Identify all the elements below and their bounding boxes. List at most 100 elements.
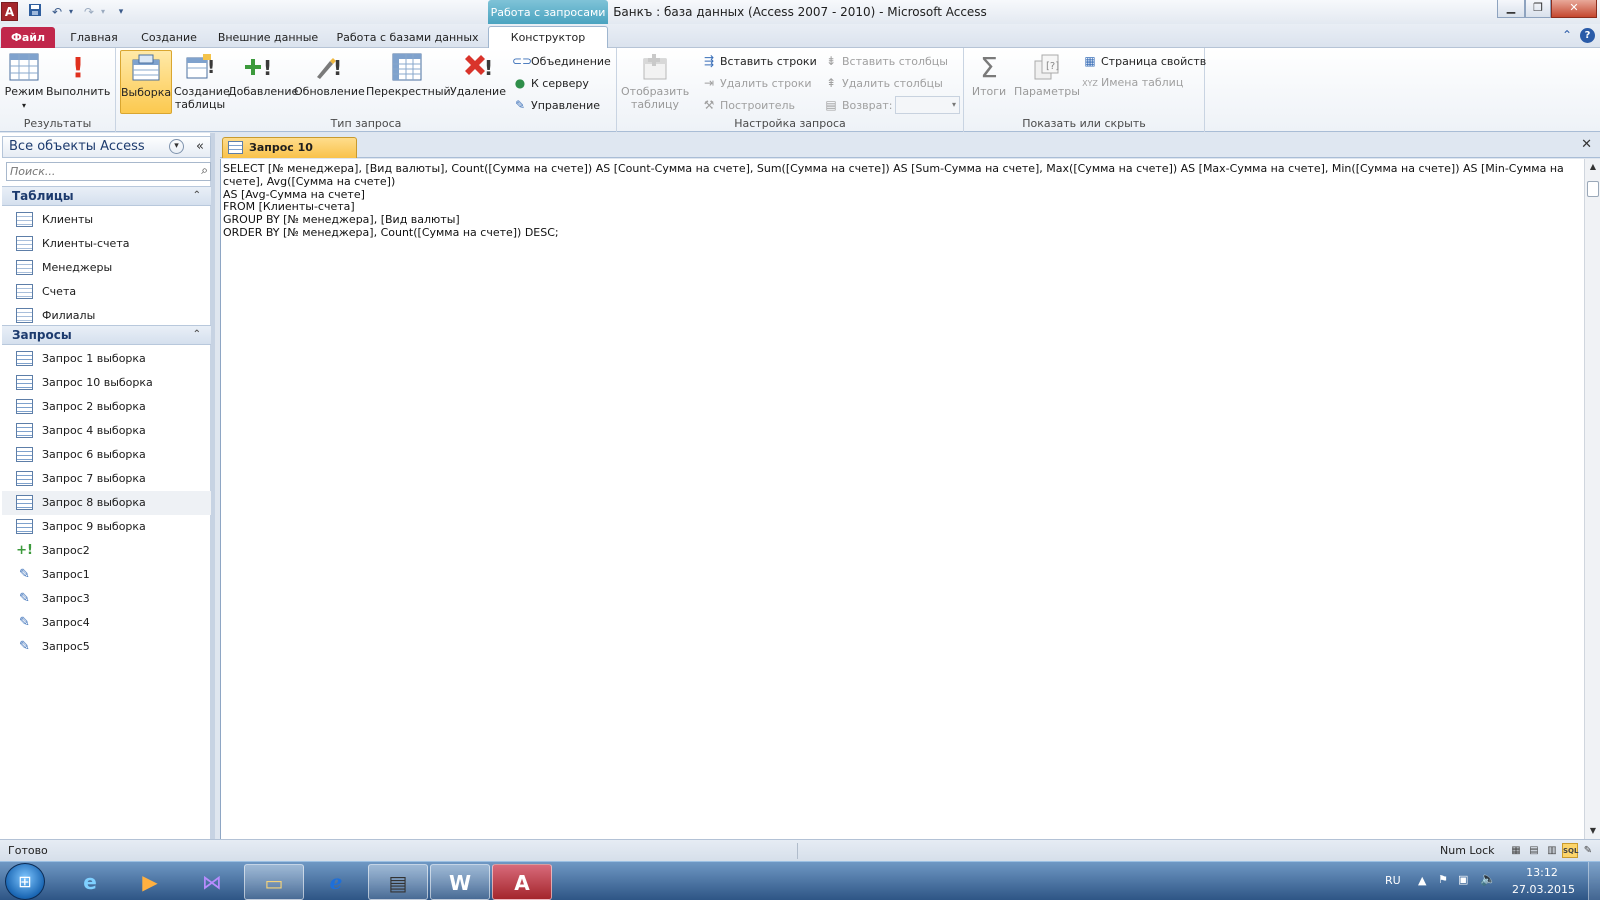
nav-item-query[interactable]: Запрос 4 выборка bbox=[2, 419, 211, 443]
nav-item-label: Запрос2 bbox=[42, 544, 90, 557]
nav-item-query[interactable]: Запрос 7 выборка bbox=[2, 467, 211, 491]
nav-item-table[interactable]: Клиенты bbox=[2, 208, 211, 232]
vertical-scrollbar[interactable]: ▲ ▼ bbox=[1584, 159, 1600, 839]
make-table-button[interactable]: ! Создание таблицы bbox=[174, 50, 230, 114]
minimize-icon[interactable]: ▁ bbox=[1497, 0, 1525, 18]
nav-item-query[interactable]: ✎ Запрос3 bbox=[2, 587, 211, 611]
clock-time[interactable]: 13:12 bbox=[1512, 866, 1572, 879]
redo-icon[interactable]: ↷ bbox=[80, 3, 98, 21]
action-center-flag-icon[interactable]: ⚑ bbox=[1438, 873, 1448, 886]
delete-query-button[interactable]: ! Удаление bbox=[450, 50, 506, 114]
delete-columns-button[interactable]: ⇞ Удалить столбцы bbox=[823, 73, 943, 93]
nav-item-table[interactable]: Клиенты-счета bbox=[2, 232, 211, 256]
table-names-button[interactable]: XYZ Имена таблиц bbox=[1082, 73, 1183, 93]
restore-icon[interactable]: ❐ bbox=[1525, 0, 1551, 18]
ie-document-icon[interactable]: ℯ bbox=[306, 864, 366, 900]
pivot-table-view-icon[interactable]: ▤ bbox=[1526, 843, 1542, 858]
help-icon[interactable]: ? bbox=[1580, 28, 1595, 43]
design-view-icon[interactable]: ✎ bbox=[1580, 843, 1596, 858]
view-mode-button[interactable]: Режим ▾ bbox=[2, 50, 46, 114]
select-query-icon bbox=[228, 141, 243, 154]
tab-file[interactable]: Файл bbox=[1, 27, 55, 48]
crosstab-query-button[interactable]: Перекрестный bbox=[366, 50, 451, 114]
pass-through-button[interactable]: ● К серверу bbox=[512, 73, 589, 93]
nav-header[interactable]: Все объекты Access ▾ « bbox=[2, 136, 211, 158]
close-document-icon[interactable]: ✕ bbox=[1581, 137, 1592, 152]
network-icon[interactable]: ▣ bbox=[1458, 873, 1468, 886]
nav-search-input[interactable] bbox=[7, 163, 187, 180]
append-query-button[interactable]: ! Добавление bbox=[228, 50, 298, 114]
tab-database-tools[interactable]: Работа с базами данных bbox=[335, 27, 480, 48]
chevron-down-icon[interactable]: ▾ bbox=[169, 139, 184, 154]
sql-view-button[interactable]: SQL bbox=[1562, 843, 1578, 858]
minimize-ribbon-icon[interactable]: ⌃ bbox=[1562, 28, 1572, 42]
start-button[interactable]: ⊞ bbox=[5, 863, 45, 900]
internet-explorer-icon[interactable]: e bbox=[60, 864, 120, 900]
close-icon[interactable]: ✕ bbox=[1551, 0, 1597, 18]
clock-date[interactable]: 27.03.2015 bbox=[1512, 883, 1575, 896]
nav-group-tables[interactable]: Таблицы ⌃ bbox=[2, 186, 211, 206]
datasheet-view-icon[interactable]: ▦ bbox=[1508, 843, 1524, 858]
builder-button[interactable]: ⚒ Построитель bbox=[701, 95, 795, 115]
nav-item-query[interactable]: ✎ Запрос4 bbox=[2, 611, 211, 635]
insert-rows-icon: ⇶ bbox=[703, 54, 715, 68]
nav-item-query[interactable]: +! Запрос2 bbox=[2, 539, 211, 563]
property-sheet-button[interactable]: ▦ Страница свойств bbox=[1082, 51, 1206, 71]
undo-dropdown-icon[interactable]: ▾ bbox=[66, 3, 76, 21]
visual-studio-icon[interactable]: ⋈ bbox=[182, 864, 242, 900]
document-tab[interactable]: Запрос 10 выборка bbox=[222, 137, 357, 173]
nav-item-query[interactable]: Запрос 2 выборка bbox=[2, 395, 211, 419]
sql-editor[interactable]: SELECT [№ менеджера], [Вид валюты], Coun… bbox=[220, 159, 1584, 839]
nav-item-query[interactable]: Запрос 6 выборка bbox=[2, 443, 211, 467]
tab-create[interactable]: Создание bbox=[135, 27, 203, 48]
nav-item-query[interactable]: Запрос 9 выборка bbox=[2, 515, 211, 539]
delete-rows-button[interactable]: ⇥ Удалить строки bbox=[701, 73, 812, 93]
union-query-button[interactable]: ⊂⊃Объединение bbox=[512, 51, 611, 71]
tab-home[interactable]: Главная bbox=[64, 27, 124, 48]
customize-qat-icon[interactable]: ▾ bbox=[114, 3, 128, 21]
update-query-button[interactable]: ! Обновление bbox=[294, 50, 365, 114]
redo-dropdown-icon[interactable]: ▾ bbox=[98, 3, 108, 21]
word-icon[interactable]: W bbox=[430, 864, 490, 900]
pivot-chart-view-icon[interactable]: ▥ bbox=[1544, 843, 1560, 858]
language-indicator[interactable]: RU bbox=[1385, 874, 1401, 887]
nav-item-query[interactable]: ✎ Запрос5 bbox=[2, 635, 211, 659]
scroll-up-icon[interactable]: ▲ bbox=[1585, 159, 1600, 175]
notepad-icon[interactable]: ▤ bbox=[368, 864, 428, 900]
access-app-icon[interactable]: A bbox=[1, 2, 18, 21]
tab-design[interactable]: Конструктор bbox=[488, 26, 608, 49]
totals-button[interactable]: Σ Итоги bbox=[966, 50, 1012, 114]
show-desktop-button[interactable] bbox=[1588, 862, 1600, 900]
run-button[interactable]: ! Выполнить bbox=[46, 50, 110, 114]
tab-external-data[interactable]: Внешние данные bbox=[215, 27, 321, 48]
scroll-thumb[interactable] bbox=[1587, 181, 1599, 197]
file-explorer-icon[interactable]: ▭ bbox=[244, 864, 304, 900]
nav-item-query[interactable]: Запрос 1 выборка bbox=[2, 347, 211, 371]
nav-item-query[interactable]: Запрос 10 выборка bbox=[2, 371, 211, 395]
nav-item-query[interactable]: ✎ Запрос1 bbox=[2, 563, 211, 587]
union-icon: ⊂⊃ bbox=[512, 54, 533, 68]
search-icon[interactable]: ⌕ bbox=[201, 163, 208, 178]
access-icon[interactable]: A bbox=[492, 864, 552, 900]
save-icon[interactable] bbox=[26, 3, 44, 21]
nav-item-query[interactable]: Запрос 8 выборка bbox=[2, 491, 211, 515]
show-hidden-icons[interactable]: ▲ bbox=[1418, 874, 1426, 887]
scroll-down-icon[interactable]: ▼ bbox=[1585, 823, 1600, 839]
nav-item-table[interactable]: Менеджеры bbox=[2, 256, 211, 280]
media-player-icon[interactable]: ▶ bbox=[120, 864, 180, 900]
data-definition-button[interactable]: ✎ Управление bbox=[512, 95, 600, 115]
undo-icon[interactable]: ↶ bbox=[48, 3, 66, 21]
return-combo[interactable]: ▾ bbox=[895, 96, 960, 114]
show-table-button[interactable]: Отобразить таблицу bbox=[621, 50, 689, 114]
window-title: Банкъ : база данных (Access 2007 - 2010)… bbox=[613, 5, 987, 19]
insert-columns-button[interactable]: ⇟ Вставить столбцы bbox=[823, 51, 948, 71]
nav-group-queries[interactable]: Запросы ⌃ bbox=[2, 325, 211, 345]
group-query-type: Выборка ! Создание таблицы ! Добавление … bbox=[116, 48, 617, 132]
insert-rows-button[interactable]: ⇶ Вставить строки bbox=[701, 51, 817, 71]
nav-item-table[interactable]: Счета bbox=[2, 280, 211, 304]
parameters-button[interactable]: [?] Параметры bbox=[1014, 50, 1080, 114]
select-query-button[interactable]: Выборка bbox=[120, 50, 172, 114]
volume-icon[interactable]: 🔈 bbox=[1480, 872, 1496, 887]
select-query-icon bbox=[16, 471, 33, 486]
collapse-pane-icon[interactable]: « bbox=[196, 137, 204, 157]
